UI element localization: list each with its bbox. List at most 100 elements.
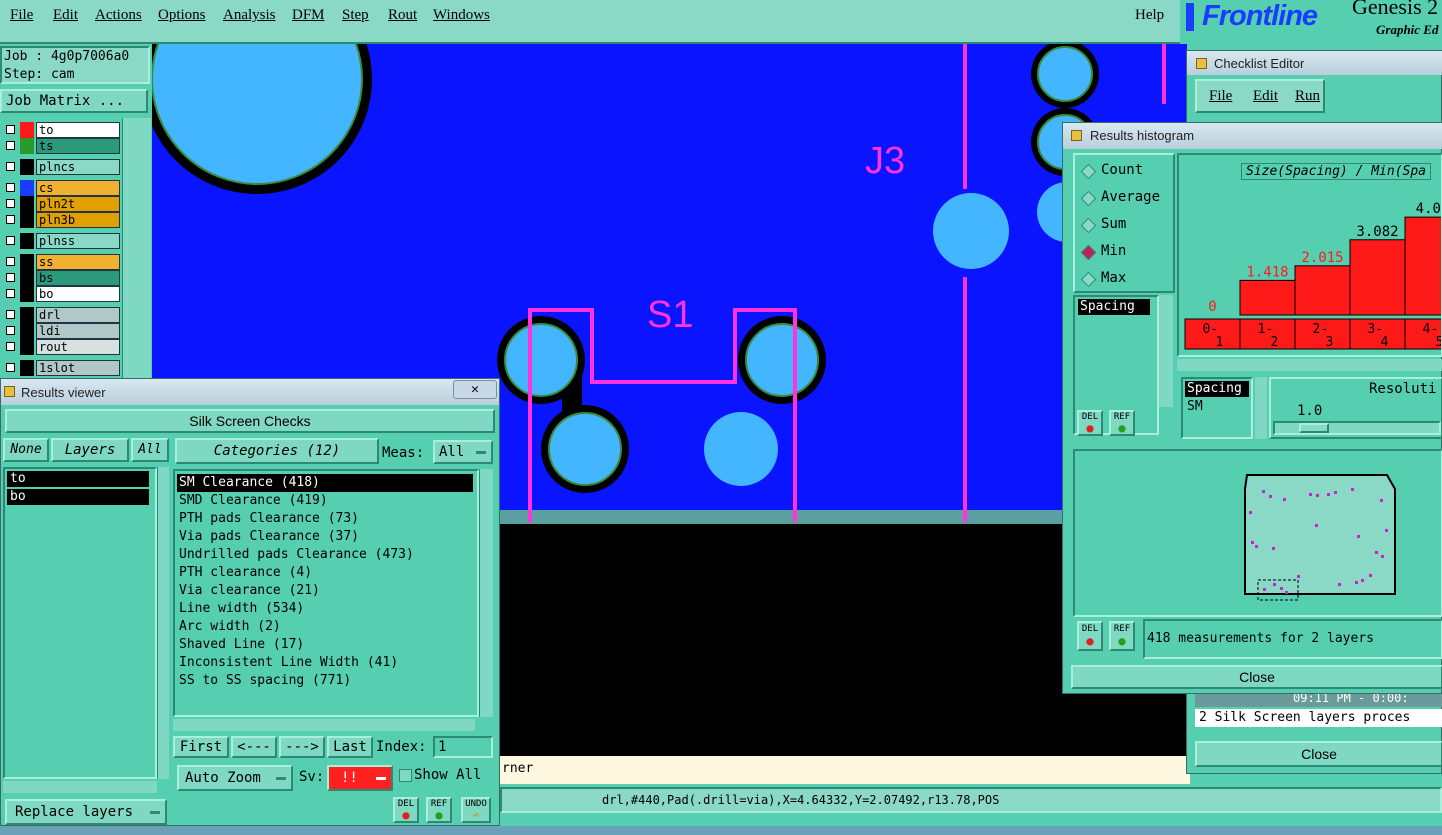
category-item[interactable]: SMD Clearance (419) [177,492,473,510]
layer-name[interactable]: bo [36,286,120,302]
mode-option-average[interactable]: Average [1075,187,1175,209]
layer-checkbox[interactable] [6,236,15,245]
layer-name[interactable]: to [36,122,120,138]
categories-hscrollbar[interactable] [173,719,475,731]
category-item[interactable]: Arc width (2) [177,618,473,636]
layer-checkbox[interactable] [6,162,15,171]
checklist-menu-file[interactable]: File [1209,88,1232,105]
layer-row-ss[interactable]: ss [0,254,150,270]
next-button[interactable]: ---> [279,736,325,758]
category-item[interactable]: SS to SS spacing (771) [177,672,473,690]
menu-options[interactable]: Options [158,7,206,24]
layer-checkbox[interactable] [6,273,15,282]
layer-checkbox[interactable] [6,183,15,192]
prev-button[interactable]: <--- [231,736,277,758]
spacing-list[interactable]: Spacing SM [1181,377,1253,439]
all-button[interactable]: All [131,438,169,462]
measure-item[interactable]: Spacing [1078,299,1150,315]
ref-icon[interactable]: REF ● [426,797,452,823]
radio-icon[interactable] [1080,190,1097,207]
resolution-slider[interactable] [1273,421,1441,435]
layer-name[interactable]: ldi [36,323,120,339]
category-item[interactable]: Shaved Line (17) [177,636,473,654]
layer-name[interactable]: rout [36,339,120,355]
auto-zoom-dropdown[interactable]: Auto Zoom [177,765,293,791]
menu-help[interactable]: Help [1135,7,1164,24]
results-viewer-titlebar[interactable]: Results viewer ✕ [1,379,499,405]
layer-name[interactable]: drl [36,307,120,323]
layer-results-list[interactable]: to bo [3,467,157,779]
slider-handle[interactable] [1299,423,1329,433]
layer-name[interactable]: ts [36,138,120,154]
layers-hscrollbar[interactable] [3,781,157,793]
layer-name[interactable]: pln2t [36,196,120,212]
layer-name[interactable]: pln3b [36,212,120,228]
layer-row-bs[interactable]: bs [0,270,150,286]
menu-dfm[interactable]: DFM [292,7,325,24]
meas-dropdown[interactable]: All [433,440,493,464]
checklist-menu-edit[interactable]: Edit [1253,88,1278,105]
layer-checkbox[interactable] [6,326,15,335]
layer-checkbox[interactable] [6,363,15,372]
category-item[interactable]: Undrilled pads Clearance (473) [177,546,473,564]
categories-scrollbar[interactable] [479,469,493,717]
spacing-item[interactable]: Spacing [1185,381,1249,397]
checklist-editor-titlebar[interactable]: Checklist Editor [1187,51,1442,75]
layer-row-cs[interactable]: cs [0,180,150,196]
category-item[interactable]: Line width (534) [177,600,473,618]
job-matrix-button[interactable]: Job Matrix ... [0,89,148,113]
layer-row-bo[interactable]: bo [0,286,150,302]
layer-name[interactable]: 1slot [36,360,120,376]
mode-option-count[interactable]: Count [1075,160,1175,182]
measure-scrollbar[interactable] [1159,295,1173,407]
menu-step[interactable]: Step [342,7,369,24]
mode-option-min[interactable]: Min [1075,241,1175,263]
del-icon[interactable]: DEL ● [1077,621,1103,651]
menu-actions[interactable]: Actions [95,7,142,24]
none-button[interactable]: None [3,438,49,462]
mode-option-sum[interactable]: Sum [1075,214,1175,236]
layer-row-plnss[interactable]: plnss [0,233,150,249]
category-item[interactable]: Via pads Clearance (37) [177,528,473,546]
replace-layers-dropdown[interactable]: Replace layers [5,799,167,825]
layer-row-pln2t[interactable]: pln2t [0,196,150,212]
layer-result-item[interactable]: bo [7,489,149,505]
first-button[interactable]: First [173,736,229,758]
menu-file[interactable]: File [10,7,33,24]
checklist-menu-run[interactable]: Run [1295,88,1320,105]
layer-name[interactable]: bs [36,270,120,286]
spacing-item[interactable]: SM [1187,399,1203,414]
menu-rout[interactable]: Rout [388,7,417,24]
category-item[interactable]: PTH pads Clearance (73) [177,510,473,528]
sv-dropdown[interactable]: !! [327,765,393,791]
del-icon[interactable]: DEL ● [393,797,419,823]
index-input[interactable]: 1 [433,736,493,758]
layer-checkbox[interactable] [6,125,15,134]
layers-scrollbar[interactable] [157,467,169,779]
category-item[interactable]: PTH clearance (4) [177,564,473,582]
spacing-scrollbar[interactable] [1255,377,1267,439]
layer-checkbox[interactable] [6,141,15,150]
layer-row-plncs[interactable]: plncs [0,159,150,175]
layer-name[interactable]: cs [36,180,120,196]
layer-checkbox[interactable] [6,199,15,208]
histogram-titlebar[interactable]: Results histogram [1063,123,1442,149]
layer-checkbox[interactable] [6,310,15,319]
histogram-close-button[interactable]: Close [1071,665,1442,689]
del-icon[interactable]: DEL ● [1077,410,1103,436]
last-button[interactable]: Last [327,736,373,758]
category-item[interactable]: SM Clearance (418) [177,474,473,492]
mode-option-max[interactable]: Max [1075,268,1175,290]
radio-icon[interactable] [1080,217,1097,234]
layer-result-item[interactable]: to [7,471,149,487]
layer-name[interactable]: plnss [36,233,120,249]
layer-row-ts[interactable]: ts [0,138,150,154]
categories-button[interactable]: Categories (12) [175,438,379,464]
categories-list[interactable]: SM Clearance (418) SMD Clearance (419) PTH… [173,469,479,717]
show-all-checkbox[interactable] [399,769,412,782]
radio-icon[interactable] [1080,244,1097,261]
ref-icon[interactable]: REF ● [1109,621,1135,651]
layer-checkbox[interactable] [6,289,15,298]
layer-row-rout[interactable]: rout [0,339,150,355]
layer-row-drl[interactable]: drl [0,307,150,323]
